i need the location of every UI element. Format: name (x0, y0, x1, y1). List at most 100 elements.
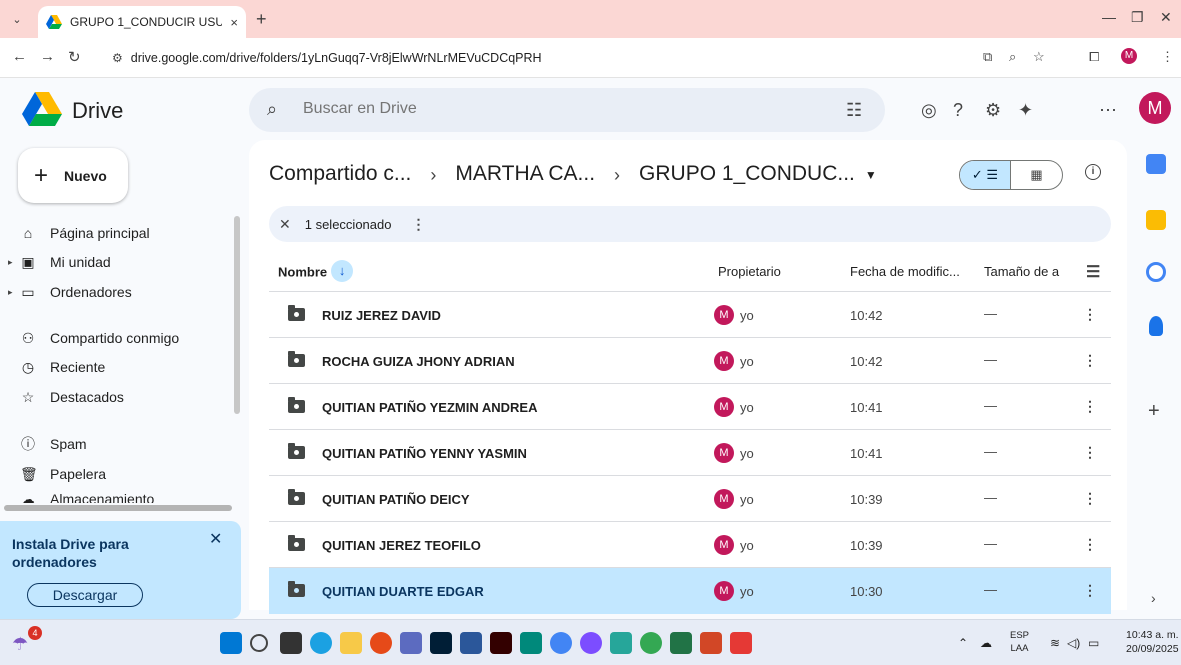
powerpoint-icon[interactable] (700, 632, 722, 654)
tab-close-icon[interactable]: × (230, 15, 238, 30)
chevron-down-icon[interactable]: ▼ (865, 162, 877, 188)
expand-panel-icon[interactable]: › (1151, 590, 1156, 606)
apps-grid-icon[interactable]: ⋯ (1099, 100, 1117, 121)
new-button[interactable]: + Nuevo (18, 148, 128, 203)
sidebar-item-recent[interactable]: ◷ Reciente (20, 354, 105, 380)
more-actions-icon[interactable]: ⋮ (1083, 398, 1097, 415)
chrome-icon[interactable] (550, 632, 572, 654)
excel-icon[interactable] (670, 632, 692, 654)
copilot-icon[interactable] (580, 632, 602, 654)
sort-arrow-down-icon[interactable]: ↓ (331, 260, 354, 282)
address-bar[interactable]: ⚙ drive.google.com/drive/folders/1yLnGuq… (104, 43, 1004, 73)
search-box[interactable]: ⌕ (249, 88, 885, 132)
column-owner[interactable]: Propietario (718, 264, 781, 279)
clear-selection-icon[interactable]: ✕ (279, 216, 291, 233)
sidebar-item-my-drive[interactable]: ▣ Mi unidad (20, 249, 110, 275)
breadcrumb-item[interactable]: MARTHA CA... (455, 162, 595, 188)
restore-icon[interactable]: ❐ (1131, 9, 1144, 26)
task-view-icon[interactable] (280, 632, 302, 654)
forward-icon[interactable]: → (40, 48, 55, 65)
minimize-icon[interactable]: — (1102, 9, 1116, 25)
volume-icon[interactable]: ◁) (1067, 636, 1080, 650)
table-row[interactable]: QUITIAN JEREZ TEOFILO Myo 10:39 — ⋮ (269, 522, 1111, 568)
sidebar-item-trash[interactable]: 🗑 Papelera (20, 461, 106, 487)
zoom-icon[interactable]: ⌕ (1009, 49, 1016, 65)
battery-icon[interactable]: ▭ (1088, 636, 1099, 650)
back-icon[interactable]: ← (12, 48, 27, 65)
more-actions-icon[interactable]: ⋮ (1083, 490, 1097, 507)
more-actions-icon[interactable]: ⋮ (411, 216, 425, 233)
extensions-icon[interactable]: ⧠ (1089, 49, 1099, 65)
sort-options-icon[interactable]: ☰ (1086, 262, 1100, 282)
word-icon[interactable] (460, 632, 482, 654)
calculator-icon[interactable] (400, 632, 422, 654)
sidebar-item-starred[interactable]: ☆ Destacados (20, 384, 124, 410)
add-addon-icon[interactable]: + (1148, 400, 1160, 423)
sidebar-item-home[interactable]: ⌂ Página principal (20, 220, 150, 246)
table-row[interactable]: QUITIAN PATIÑO DEICY Myo 10:39 — ⋮ (269, 476, 1111, 522)
download-button[interactable]: Descargar (27, 583, 143, 607)
column-size[interactable]: Tamaño de a (984, 264, 1059, 279)
contacts-icon[interactable] (1149, 316, 1163, 336)
store-icon[interactable] (520, 632, 542, 654)
search-icon[interactable]: ⌕ (267, 99, 277, 120)
account-avatar[interactable]: M (1139, 92, 1171, 124)
close-icon[interactable]: ✕ (209, 529, 222, 549)
more-actions-icon[interactable]: ⋮ (1083, 352, 1097, 369)
search-filter-icon[interactable]: ☷ (846, 100, 862, 121)
breadcrumb-item[interactable]: Compartido c... (269, 162, 411, 188)
more-actions-icon[interactable]: ⋮ (1083, 444, 1097, 461)
expand-computers-icon[interactable]: ▸ (8, 287, 13, 298)
tab-search-icon[interactable]: ⌄ (6, 8, 28, 30)
acrobat-icon[interactable] (730, 632, 752, 654)
search-input[interactable] (303, 100, 803, 118)
reload-icon[interactable]: ↻ (68, 48, 81, 66)
browser-menu-icon[interactable]: ⋮ (1161, 49, 1174, 65)
more-actions-icon[interactable]: ⋮ (1083, 536, 1097, 553)
language-indicator[interactable]: ESP LAA (1010, 629, 1029, 655)
widgets-icon[interactable]: ☂ (12, 634, 28, 655)
more-actions-icon[interactable]: ⋮ (1083, 582, 1097, 599)
column-name[interactable]: Nombre ↓ (278, 260, 354, 282)
start-menu-icon[interactable] (220, 632, 242, 654)
column-modified[interactable]: Fecha de modific... (850, 264, 960, 279)
browser-profile-avatar[interactable]: M (1121, 48, 1137, 64)
list-view-button[interactable]: ✓ ☰ (960, 161, 1012, 189)
chrome-alt-icon[interactable] (370, 632, 392, 654)
tray-expand-icon[interactable]: ⌃ (958, 636, 968, 650)
photoshop-icon[interactable] (430, 632, 452, 654)
breadcrumb-current[interactable]: GRUPO 1_CONDUC... (639, 162, 855, 188)
sidebar-horizontal-scrollbar[interactable] (4, 505, 232, 511)
browser-tab[interactable]: GRUPO 1_CONDUCIR USUARIO × (38, 6, 246, 38)
more-actions-icon[interactable]: ⋮ (1083, 306, 1097, 323)
table-row[interactable]: RUIZ JEREZ DAVID Myo 10:42 — ⋮ (269, 292, 1111, 338)
drive-logo-icon[interactable] (22, 92, 62, 126)
install-app-icon[interactable]: ⧉ (983, 49, 992, 65)
app-name[interactable]: Drive (72, 98, 123, 124)
keep-icon[interactable] (1146, 210, 1166, 230)
wifi-icon[interactable]: ≋ (1050, 636, 1060, 650)
sidebar-item-computers[interactable]: ▭ Ordenadores (20, 279, 131, 305)
calendar-icon[interactable] (1146, 154, 1166, 174)
table-row[interactable]: QUITIAN DUARTE EDGAR Myo 10:30 — ⋮ (269, 568, 1111, 614)
sidebar-item-storage[interactable]: ☁ Almacenamiento (20, 491, 154, 503)
network-app-icon[interactable] (610, 632, 632, 654)
close-window-icon[interactable]: ✕ (1160, 9, 1172, 26)
gemini-sparkle-icon[interactable]: ✦ (1018, 100, 1033, 121)
bookmark-star-icon[interactable]: ☆ (1033, 49, 1045, 65)
sidebar-item-spam[interactable]: ⓘ Spam (20, 431, 87, 457)
edge-icon[interactable] (310, 632, 332, 654)
sidebar-item-shared[interactable]: ⚇ Compartido conmigo (20, 325, 179, 351)
search-taskbar-icon[interactable] (250, 634, 268, 652)
table-row[interactable]: QUITIAN PATIÑO YEZMIN ANDREA Myo 10:41 — ⋮ (269, 384, 1111, 430)
table-row[interactable]: ROCHA GUIZA JHONY ADRIAN Myo 10:42 — ⋮ (269, 338, 1111, 384)
sidebar-scrollbar[interactable] (234, 216, 240, 414)
tray-app-icon[interactable]: ☁ (980, 636, 992, 650)
chrome-profile-icon[interactable] (640, 632, 662, 654)
settings-gear-icon[interactable]: ⚙ (985, 100, 1001, 121)
illustrator-icon[interactable] (490, 632, 512, 654)
help-icon[interactable]: ? (953, 100, 963, 121)
info-icon[interactable]: i (1085, 164, 1101, 180)
site-info-icon[interactable]: ⚙ (112, 51, 123, 65)
taskbar-clock[interactable]: 10:43 a. m. 20/09/2025 (1126, 628, 1179, 656)
